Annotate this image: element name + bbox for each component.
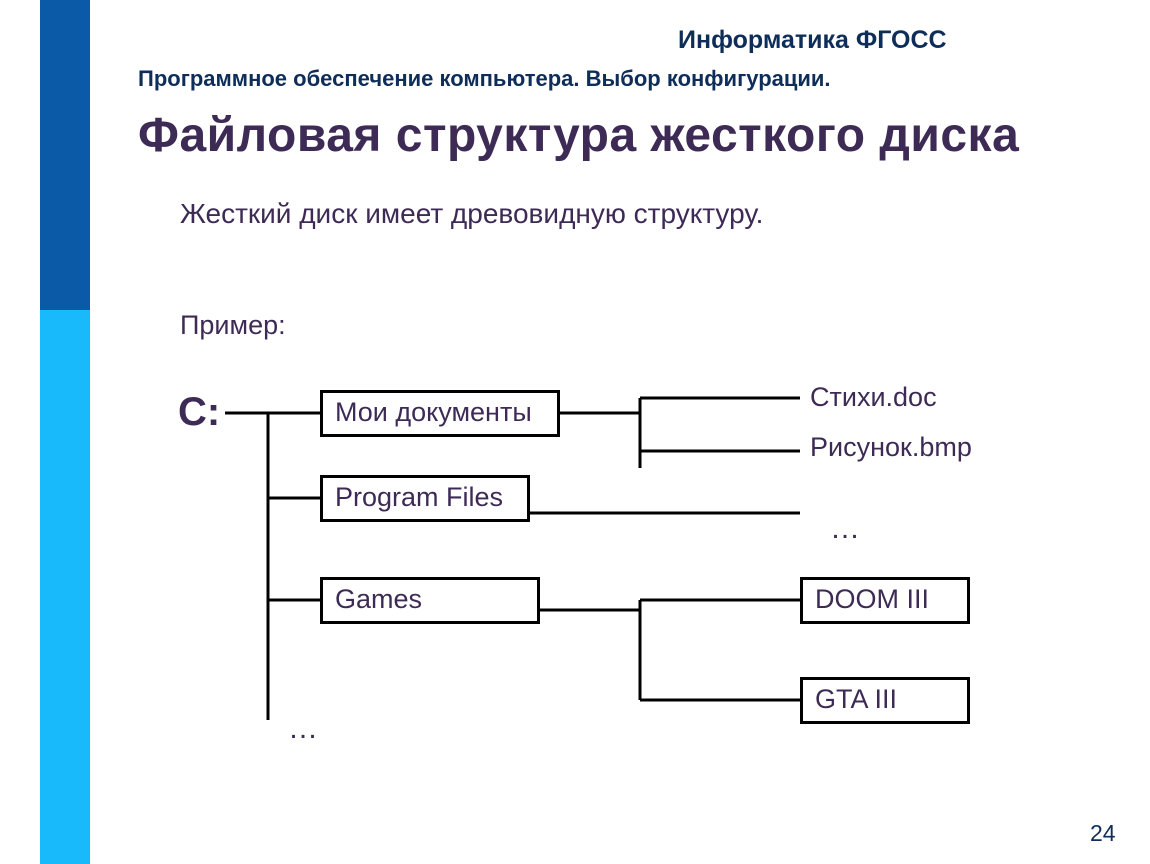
file-doc: Стихи.doc [810, 382, 937, 413]
drive-root: C: [178, 390, 220, 435]
folder-program-files: Program Files [320, 475, 530, 522]
folder-games: Games [320, 577, 540, 624]
program-files-more: … [830, 512, 860, 546]
root-more: … [288, 712, 318, 746]
page-number: 24 [1090, 820, 1116, 847]
folder-gta: GTA III [800, 677, 970, 724]
folder-my-documents: Мои документы [320, 390, 560, 437]
folder-doom: DOOM III [800, 577, 970, 624]
file-bmp: Рисунок.bmp [810, 432, 972, 463]
